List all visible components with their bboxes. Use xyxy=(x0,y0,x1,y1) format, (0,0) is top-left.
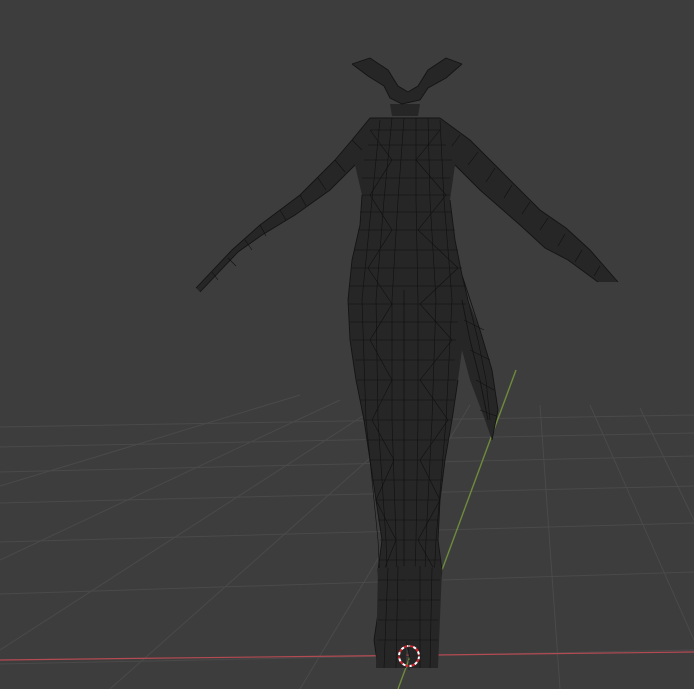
3d-viewport[interactable] xyxy=(0,0,694,689)
x-axis-line xyxy=(0,651,694,661)
floor-grid xyxy=(0,394,694,689)
